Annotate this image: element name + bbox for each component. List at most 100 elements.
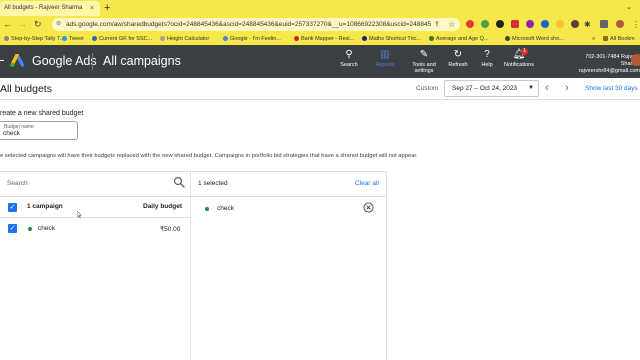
share-icon[interactable]: ⇪ (434, 16, 440, 33)
extensions-puzzle-icon[interactable]: ✱ (584, 16, 591, 33)
forward-icon[interactable]: → (18, 16, 27, 33)
search-tool[interactable]: ⚲ Search (338, 49, 360, 68)
status-dot-icon (28, 227, 32, 231)
youtube-extension-icon[interactable] (511, 20, 519, 28)
tab-search-chevron-icon[interactable]: ⌄ (626, 0, 632, 16)
bookmarks-bar: Step-by-Step Tally T... Tweet Current GK f… (0, 33, 640, 45)
tab-close-icon[interactable]: × (90, 1, 94, 16)
campaign-name: check (38, 225, 55, 232)
browser-toolbar: ← → ↻ ⊜ ads.google.com/aw/sharedbudgets?… (0, 16, 640, 33)
budget-notice: e selected campaigns will have their bud… (0, 153, 418, 159)
campaign-count: 1 campaign (27, 203, 63, 210)
bookmark-star-icon[interactable]: ☆ (448, 16, 455, 33)
bookmark-label: Maths Shortcut Tric... (369, 36, 421, 42)
new-tab-button[interactable]: + (104, 0, 110, 16)
bookmark-favicon-icon (294, 35, 299, 41)
reload-icon[interactable]: ↻ (34, 16, 42, 33)
bookmark-label: Height Calculator (167, 36, 210, 42)
bookmark-label: Microsoft Word sho... (512, 36, 564, 42)
mouse-cursor-icon (77, 211, 82, 218)
help-icon: ? (484, 49, 490, 60)
selected-campaigns-panel: 1 selected Clear all check (191, 171, 387, 360)
bookmark-favicon-icon (160, 35, 165, 41)
bookmark-label: Bank Mapper - Resi... (301, 36, 355, 42)
bookmark-item[interactable]: Tweet (62, 33, 84, 45)
budget-name-field[interactable]: Budget name check (0, 121, 78, 140)
campaign-picker: Search ✓ 1 campaign Daily budget ✓ check… (0, 171, 191, 360)
reports-tool[interactable]: ▥ Reports (370, 49, 400, 68)
bar-chart-icon: ▥ (380, 49, 390, 60)
date-range-picker[interactable]: Sep 27 – Oct 24, 2023 ▼ (444, 80, 539, 97)
search-icon[interactable] (173, 176, 185, 188)
account-info[interactable]: 702-301-7484 Rajveer Sharma rajveershr84… (573, 54, 640, 75)
profile-avatar[interactable] (616, 20, 624, 28)
row-checkbox[interactable]: ✓ (8, 224, 17, 233)
show-last-30-days-link[interactable]: Show last 30 days (585, 84, 638, 93)
bookmark-item[interactable]: Bank Mapper - Resi... (294, 33, 354, 45)
bookmark-item[interactable]: Google - I'm Feelin... (223, 33, 281, 45)
bookmark-item[interactable]: Average and Age Q... (429, 33, 489, 45)
select-all-checkbox[interactable]: ✓ (8, 203, 17, 212)
extension-icon[interactable] (556, 20, 564, 28)
bookmark-label: Tweet (69, 36, 84, 42)
bookmark-item[interactable]: Step-by-Step Tally T... (4, 33, 64, 45)
product-title: Google Ads (32, 54, 97, 68)
daily-budget-header: Daily budget (143, 203, 183, 210)
google-ads-logo (10, 54, 25, 67)
notification-badge: 1 (521, 48, 528, 55)
bookmark-item[interactable]: Maths Shortcut Tric... (362, 33, 421, 45)
bookmark-favicon-icon (4, 35, 9, 41)
bookmark-favicon-icon (62, 35, 67, 41)
extension-icon[interactable] (466, 20, 474, 28)
bookmark-item[interactable]: Current GK for SSC... (92, 33, 152, 45)
extension-icon[interactable] (526, 20, 534, 28)
selected-item: check (191, 196, 386, 218)
help-tool[interactable]: ? Help (477, 49, 497, 68)
search-icon: ⚲ (345, 49, 353, 60)
refresh-tool[interactable]: ↻ Refresh (445, 49, 471, 68)
bookmark-favicon-icon (362, 35, 367, 41)
browser-tab[interactable]: All budgets - Rajveer Sharma (0, 1, 100, 16)
remove-icon[interactable] (363, 202, 374, 213)
extension-icon[interactable] (571, 20, 579, 28)
page-title: All budgets (0, 83, 52, 95)
budget-name-input[interactable]: check (3, 130, 20, 137)
google-ads-header: Google Ads All campaigns ⚲ Search ▥ Repo… (0, 45, 640, 78)
bookmark-favicon-icon (223, 35, 228, 41)
refresh-icon: ↻ (453, 49, 463, 60)
site-info-icon[interactable]: ⊜ (56, 18, 61, 31)
extension-icon[interactable] (541, 20, 549, 28)
all-bookmarks-folder[interactable]: All Bookm (603, 33, 635, 45)
folder-icon (603, 35, 608, 41)
back-icon[interactable]: ← (3, 16, 12, 33)
all-bookmarks-label: All Bookm (610, 36, 635, 42)
campaign-search-input[interactable]: Search (7, 180, 28, 187)
next-period-icon[interactable]: › (565, 80, 569, 96)
bookmark-item[interactable]: Microsoft Word sho... (505, 33, 564, 45)
bookmark-favicon-icon (429, 35, 434, 41)
side-panel-icon[interactable] (600, 20, 608, 28)
extension-icon[interactable] (481, 20, 489, 28)
address-bar[interactable]: ⊜ ads.google.com/aw/sharedbudgets?ocid=2… (52, 18, 460, 31)
bookmarks-overflow-icon[interactable]: » (592, 33, 595, 45)
previous-period-icon[interactable]: ‹ (545, 80, 549, 96)
account-id: 702-301-7484 Rajveer Sharma (585, 54, 640, 67)
avatar[interactable] (631, 54, 640, 66)
tools-and-settings[interactable]: ✎ Tools and settings (408, 49, 440, 74)
bookmark-label: Step-by-Step Tally T... (11, 36, 65, 42)
campaign-scope[interactable]: All campaigns (103, 53, 181, 69)
browser-tab-strip: All budgets - Rajveer Sharma × + ⌄ (0, 0, 640, 16)
date-range-value: Sep 27 – Oct 24, 2023 (452, 85, 518, 92)
list-header: ✓ 1 campaign Daily budget (0, 196, 190, 218)
notifications-tool[interactable]: 🔔︎ Notifications (500, 49, 538, 68)
dropdown-caret-icon: ▼ (528, 85, 534, 91)
wrench-icon: ✎ (419, 49, 429, 60)
table-row[interactable]: ✓ check ₹50.00 (0, 218, 190, 240)
bookmark-label: Google - I'm Feelin... (230, 36, 281, 42)
date-mode-label: Custom (416, 85, 439, 92)
browser-menu-icon[interactable]: ⋮ (632, 16, 640, 33)
bookmark-item[interactable]: Height Calculator (160, 33, 209, 45)
menu-icon[interactable] (0, 60, 4, 61)
clear-all-button[interactable]: Clear all (355, 180, 379, 187)
extension-icon[interactable] (496, 20, 504, 28)
